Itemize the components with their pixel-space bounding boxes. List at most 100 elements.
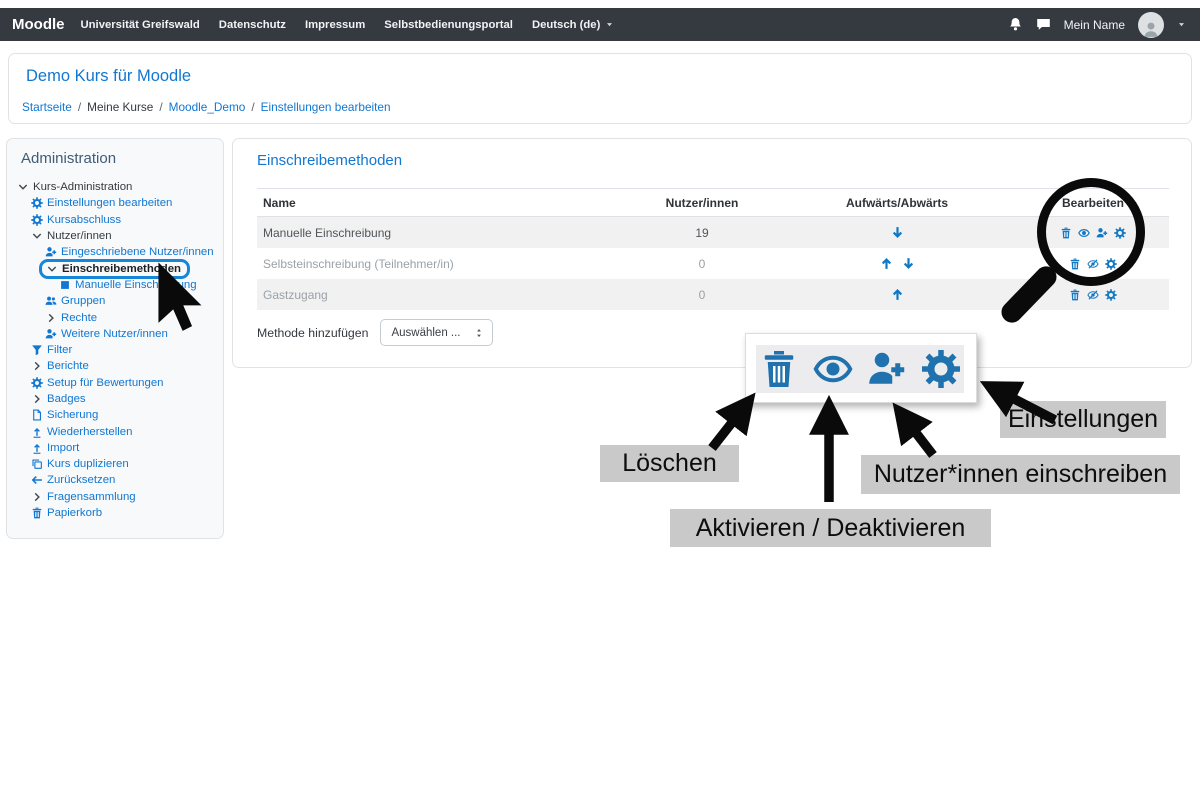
- sidebar-item-label: Import: [47, 442, 79, 454]
- navbar-link-impressum[interactable]: Impressum: [305, 19, 365, 31]
- breadcrumb-item-moodle-demo[interactable]: Moodle_Demo: [169, 100, 246, 114]
- navbar-link-datenschutz[interactable]: Datenschutz: [219, 19, 286, 31]
- move-down-icon[interactable]: [891, 226, 904, 239]
- cell-user-count: 19: [695, 226, 708, 240]
- sidebar-item-nutzer-innen[interactable]: Nutzer/innen: [7, 228, 223, 244]
- sidebar-item-kurs-duplizieren[interactable]: Kurs duplizieren: [7, 456, 223, 472]
- gear-icon[interactable]: [1105, 289, 1117, 301]
- cell-move: [880, 257, 915, 270]
- avatar[interactable]: [1138, 12, 1164, 38]
- square-icon: [59, 279, 71, 291]
- sidebar-item-label: Eingeschriebene Nutzer/innen: [61, 246, 214, 258]
- cell-actions: [1069, 289, 1117, 301]
- caret-down-icon: [605, 20, 614, 29]
- column-header-name[interactable]: Name: [257, 196, 296, 210]
- trash-icon: [31, 507, 43, 519]
- navbar-link-universit-t-greifswald[interactable]: Universität Greifswald: [81, 19, 200, 31]
- cell-method-name: Selbsteinschreibung (Teilnehmer/in): [257, 257, 607, 271]
- gear-icon-zoomed: [921, 349, 961, 389]
- user-name[interactable]: Mein Name: [1064, 18, 1125, 32]
- annotation-label-enrol-users: Nutzer*innen einschreiben: [861, 455, 1180, 494]
- cell-user-count: 0: [699, 288, 706, 302]
- sidebar-item-label: Gruppen: [61, 295, 105, 307]
- chevron-right-icon: [31, 491, 43, 503]
- cell-user-count: 0: [699, 257, 706, 271]
- sidebar-item-sicherung[interactable]: Sicherung: [7, 407, 223, 423]
- sidebar-item-label: Rechte: [61, 312, 97, 324]
- page-title[interactable]: Demo Kurs für Moodle: [26, 67, 191, 86]
- bell-icon[interactable]: [1008, 17, 1023, 32]
- arrow-left-icon: [31, 474, 43, 486]
- chevron-down-icon: [17, 181, 29, 193]
- cell-move: [891, 288, 904, 301]
- chevron-right-icon: [45, 312, 57, 324]
- sidebar-item-setup-f-r-bewertungen[interactable]: Setup für Bewertungen: [7, 375, 223, 391]
- sidebar-item-papierkorb[interactable]: Papierkorb: [7, 505, 223, 521]
- arrow-to-trash: [712, 406, 745, 448]
- sidebar-item-kursabschluss[interactable]: Kursabschluss: [7, 212, 223, 228]
- sidebar-item-label: Nutzer/innen: [47, 230, 112, 242]
- sidebar-item-badges[interactable]: Badges: [7, 391, 223, 407]
- copy-icon: [31, 458, 43, 470]
- trash-icon[interactable]: [1069, 289, 1081, 301]
- sidebar-item-label: Filter: [47, 344, 72, 356]
- navbar-link-selbstbedienungsportal[interactable]: Selbstbedienungsportal: [384, 19, 513, 31]
- sidebar-item-zur-cksetzen[interactable]: Zurücksetzen: [7, 472, 223, 488]
- filter-icon: [31, 344, 43, 356]
- user-plus-icon: [45, 328, 57, 340]
- administration-title: Administration: [21, 150, 116, 167]
- gear-icon: [31, 214, 43, 226]
- sidebar-item-label: Wiederherstellen: [47, 426, 132, 438]
- sidebar-item-import[interactable]: Import: [7, 440, 223, 456]
- annotation-label-delete: Löschen: [600, 445, 739, 482]
- select-arrows-icon: [474, 328, 484, 338]
- column-header-users[interactable]: Nutzer/innen: [666, 196, 739, 210]
- sidebar-item-berichte[interactable]: Berichte: [7, 358, 223, 374]
- sidebar-item-kurs-administration[interactable]: Kurs-Administration: [7, 179, 223, 195]
- add-method-label: Methode hinzufügen: [257, 326, 368, 340]
- breadcrumb-separator: /: [159, 100, 162, 114]
- add-method-row: Methode hinzufügen Auswählen ...: [257, 319, 493, 346]
- sidebar-item-label: Badges: [47, 393, 86, 405]
- moodle-brand[interactable]: Moodle: [12, 16, 65, 33]
- user-caret-down-icon[interactable]: [1177, 20, 1186, 29]
- sidebar-item-einstellungen-bearbeiten[interactable]: Einstellungen bearbeiten: [7, 195, 223, 211]
- gear-icon: [31, 377, 43, 389]
- move-up-icon[interactable]: [891, 288, 904, 301]
- cursor-arrow-annotation: [157, 261, 219, 347]
- chevron-right-icon: [31, 393, 43, 405]
- chevron-right-icon: [31, 360, 43, 372]
- cell-method-name: Manuelle Einschreibung: [257, 226, 607, 240]
- upload-icon: [31, 442, 43, 454]
- sidebar-item-label: Weitere Nutzer/innen: [61, 328, 168, 340]
- sidebar-item-label: Papierkorb: [47, 507, 102, 519]
- sidebar-item-label: Setup für Bewertungen: [47, 377, 164, 389]
- breadcrumb-separator: /: [251, 100, 254, 114]
- top-navbar: Moodle Universität Greifswald Datenschutz…: [0, 8, 1200, 41]
- arrow-to-user-plus: [903, 416, 933, 455]
- zoomed-icons-box: [745, 333, 977, 403]
- breadcrumb-item-meine-kurse: Meine Kurse: [87, 100, 153, 114]
- table-header-row: Name Nutzer/innen Aufwärts/Abwärts Bearb…: [257, 188, 1169, 217]
- user-plus-icon-zoomed: [867, 349, 907, 389]
- language-menu[interactable]: Deutsch (de): [532, 19, 614, 31]
- annotation-label-settings: Einstellungen: [1000, 401, 1166, 438]
- zoomed-icons-strip: [756, 345, 964, 393]
- sidebar-item-label: Berichte: [47, 360, 89, 372]
- breadcrumb-item-startseite[interactable]: Startseite: [22, 100, 72, 114]
- sidebar-item-label: Kurs duplizieren: [47, 458, 129, 470]
- sidebar-item-fragensammlung[interactable]: Fragensammlung: [7, 489, 223, 505]
- course-header-card: Demo Kurs für Moodle Startseite / Meine Ku…: [8, 53, 1192, 124]
- eye-slash-icon[interactable]: [1087, 289, 1099, 301]
- sidebar-item-label: Kurs-Administration: [33, 181, 132, 193]
- breadcrumb-item-einstellungen-bearbeiten[interactable]: Einstellungen bearbeiten: [261, 100, 391, 114]
- add-method-select[interactable]: Auswählen ...: [380, 319, 493, 346]
- users-icon: [45, 295, 57, 307]
- move-up-icon[interactable]: [880, 257, 893, 270]
- gear-icon: [31, 197, 43, 209]
- sidebar-item-wiederherstellen[interactable]: Wiederherstellen: [7, 423, 223, 439]
- upload-icon: [31, 426, 43, 438]
- move-down-icon[interactable]: [902, 257, 915, 270]
- chevron-down-icon: [31, 230, 43, 242]
- message-icon[interactable]: [1036, 17, 1051, 32]
